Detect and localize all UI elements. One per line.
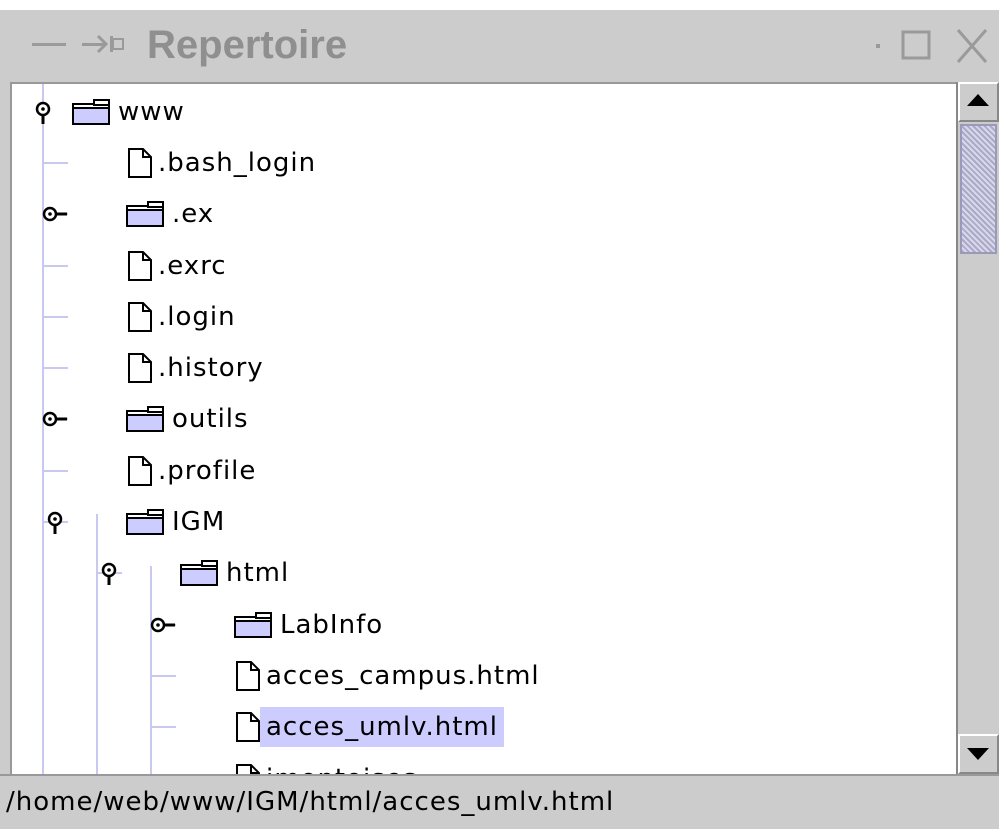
arrow-down-icon bbox=[967, 748, 989, 760]
status-bar: /home/web/www/IGM/html/acces_umlv.html bbox=[0, 774, 999, 829]
tree-guide-line bbox=[96, 514, 98, 774]
maximize-icon[interactable] bbox=[900, 24, 934, 64]
tree-label[interactable]: LabInfo bbox=[280, 605, 383, 645]
tree-label[interactable]: IGM bbox=[172, 502, 225, 542]
vertical-scrollbar[interactable] bbox=[956, 82, 999, 774]
minimize-icon[interactable] bbox=[30, 24, 70, 64]
expanded-handle-icon[interactable] bbox=[40, 507, 70, 537]
dot-icon[interactable] bbox=[870, 24, 886, 64]
tree-label[interactable]: acces_campus.html bbox=[266, 656, 540, 696]
tree-label[interactable]: .profile bbox=[158, 451, 256, 491]
tree-connector-line bbox=[42, 367, 68, 370]
expanded-handle-icon[interactable] bbox=[94, 558, 124, 588]
folder-icon bbox=[72, 98, 110, 125]
repertoire-window: Repertoire www .bash_login .ex .exrc .login.… bbox=[0, 10, 999, 829]
scroll-down-button[interactable] bbox=[958, 734, 999, 774]
tree-connector-line bbox=[150, 726, 176, 729]
scroll-thumb[interactable] bbox=[960, 124, 997, 254]
tree-guide-line bbox=[150, 565, 152, 774]
tree-label[interactable]: .exrc bbox=[158, 246, 227, 286]
file-icon bbox=[236, 660, 260, 691]
tree-label[interactable]: .login bbox=[158, 297, 236, 337]
tree-label[interactable]: .bash_login bbox=[158, 143, 316, 183]
close-icon[interactable] bbox=[952, 24, 992, 64]
file-icon bbox=[128, 353, 152, 384]
tree-label[interactable]: html bbox=[226, 553, 289, 593]
file-icon bbox=[128, 250, 152, 281]
file-icon bbox=[128, 301, 152, 332]
expanded-handle-icon[interactable] bbox=[28, 97, 58, 127]
tree-label[interactable]: .ex bbox=[172, 194, 214, 234]
arrow-up-icon bbox=[967, 94, 989, 106]
tree-label[interactable]: outils bbox=[172, 399, 249, 439]
tree-connector-line bbox=[42, 315, 68, 318]
tree-connector-line bbox=[42, 469, 68, 472]
file-icon bbox=[236, 712, 260, 743]
file-icon bbox=[128, 455, 152, 486]
selected-tree-label[interactable]: acces_umlv.html bbox=[260, 707, 504, 748]
pin-icon[interactable] bbox=[80, 24, 130, 64]
tree-connector-line bbox=[42, 264, 68, 267]
window-title: Repertoire bbox=[147, 23, 348, 67]
scroll-up-button[interactable] bbox=[958, 82, 999, 122]
tree-label[interactable]: .history bbox=[158, 348, 264, 388]
folder-icon bbox=[126, 201, 164, 228]
title-bar[interactable]: Repertoire bbox=[0, 10, 999, 80]
tree-connector-line bbox=[42, 161, 68, 164]
tree-connector-line bbox=[150, 674, 176, 677]
current-path: /home/web/www/IGM/html/acces_umlv.html bbox=[6, 787, 615, 817]
folder-icon bbox=[180, 560, 218, 587]
file-icon bbox=[128, 147, 152, 178]
folder-icon bbox=[234, 611, 272, 638]
tree-label[interactable]: www bbox=[118, 92, 185, 132]
folder-icon bbox=[126, 509, 164, 536]
folder-icon bbox=[126, 406, 164, 433]
collapsed-handle-icon[interactable] bbox=[40, 199, 70, 229]
directory-tree[interactable]: www .bash_login .ex .exrc .login .history outi… bbox=[10, 82, 958, 776]
collapsed-handle-icon[interactable] bbox=[148, 610, 178, 640]
collapsed-handle-icon[interactable] bbox=[40, 404, 70, 434]
